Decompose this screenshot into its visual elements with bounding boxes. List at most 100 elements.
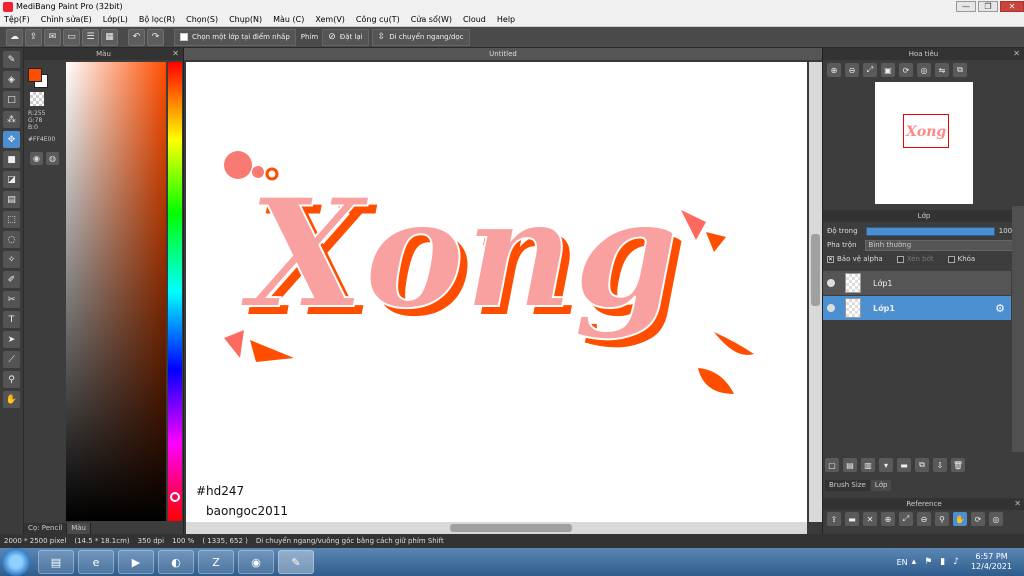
document-tab[interactable]: Untitled	[184, 48, 822, 60]
layer-item-selected[interactable]: Lớp1 ⚙	[823, 296, 1011, 320]
grid-icon[interactable]: ▦	[101, 28, 118, 46]
flip-icon[interactable]: ⇋	[935, 63, 949, 77]
hue-slider-handle[interactable]	[170, 492, 180, 502]
reset-view-icon[interactable]: ◎	[917, 63, 931, 77]
blend-mode-select[interactable]: Bình thường	[864, 239, 1021, 251]
menu-color[interactable]: Màu (C)	[273, 15, 304, 24]
folder-icon[interactable]: ▬	[897, 458, 911, 472]
gradient-icon[interactable]: ▤	[3, 191, 20, 208]
language-indicator[interactable]: EN	[897, 558, 908, 567]
duplicate-icon[interactable]: ⧉	[915, 458, 929, 472]
rotate-icon[interactable]: ⟳	[971, 512, 985, 526]
trash-icon[interactable]: 🗑	[951, 458, 965, 472]
redo-icon[interactable]: ↷	[147, 28, 164, 46]
list-icon[interactable]: ☰	[82, 28, 99, 46]
comment-icon[interactable]: ✉	[44, 28, 61, 46]
volume-icon[interactable]: ♪	[953, 557, 959, 567]
transparent-swatch[interactable]	[30, 92, 44, 106]
zalo-icon[interactable]: Z	[198, 550, 234, 574]
chrome-icon[interactable]: ◉	[238, 550, 274, 574]
reset-icon[interactable]: ◎	[989, 512, 1003, 526]
tab-color[interactable]: Màu	[67, 523, 91, 534]
media-player-icon[interactable]: ▶	[118, 550, 154, 574]
minimize-button[interactable]: —	[956, 1, 976, 12]
palette-icon[interactable]: ◉	[30, 152, 43, 165]
navigator-viewport-frame[interactable]: Xong	[903, 114, 949, 148]
magic-wand-icon[interactable]: ⁂	[3, 111, 20, 128]
ccleaner-icon[interactable]: ◐	[158, 550, 194, 574]
menu-window[interactable]: Cửa sổ(W)	[411, 15, 452, 24]
select-layer-checkbox[interactable]: Chọn một lớp tại điểm nhấp	[174, 28, 296, 46]
menu-file[interactable]: Tệp(F)	[4, 15, 30, 24]
opacity-slider[interactable]	[865, 226, 995, 236]
internet-explorer-icon[interactable]: e	[78, 550, 114, 574]
saturation-value-picker[interactable]	[66, 62, 166, 521]
flag-icon[interactable]: ⚑	[924, 557, 932, 567]
eyedropper-icon[interactable]: ⚲	[935, 512, 949, 526]
dot-tool-icon[interactable]: □	[3, 91, 20, 108]
close-button[interactable]: ✕	[1000, 1, 1024, 12]
message-icon[interactable]: ▭	[63, 28, 80, 46]
network-icon[interactable]: ▮	[940, 557, 945, 567]
close-icon[interactable]: ✕	[172, 49, 179, 58]
menu-view[interactable]: Xem(V)	[315, 15, 345, 24]
eye-icon[interactable]	[827, 279, 835, 287]
mirror-icon[interactable]: ⧉	[953, 63, 967, 77]
tab-brush-size[interactable]: Brush Size	[825, 480, 870, 491]
actual-size-icon[interactable]: ▣	[881, 63, 895, 77]
maximize-button[interactable]: ❐	[978, 1, 998, 12]
eyedropper-icon[interactable]: ⚲	[3, 371, 20, 388]
share-icon[interactable]: ⇪	[25, 28, 42, 46]
lock-checkbox[interactable]: Khóa	[947, 255, 975, 263]
new-8bit-layer-icon[interactable]: ▤	[843, 458, 857, 472]
select-rect-icon[interactable]: ⬚	[3, 211, 20, 228]
move-tool-icon[interactable]: ✥	[3, 131, 20, 148]
close-icon[interactable]: ✕	[1013, 49, 1020, 58]
clock[interactable]: 6:57 PM 12/4/2021	[971, 552, 1012, 572]
foreground-color-swatch[interactable]	[28, 68, 42, 82]
zoom-out-icon[interactable]: ⊖	[917, 512, 931, 526]
menu-capture[interactable]: Chụp(N)	[229, 15, 262, 24]
cloud-icon[interactable]: ☁	[6, 28, 23, 46]
hand-tool-icon[interactable]: ✋	[3, 391, 20, 408]
rotate-icon[interactable]: ⟳	[899, 63, 913, 77]
select-eraser-icon[interactable]: ✂	[3, 291, 20, 308]
menu-filter[interactable]: Bộ lọc(R)	[139, 15, 175, 24]
move-hv-button[interactable]: ⇳ Di chuyển ngang/dọc	[371, 28, 470, 46]
layer-scrollbar[interactable]	[1012, 206, 1024, 452]
fit-icon[interactable]: ⤢	[863, 63, 877, 77]
zoom-in-icon[interactable]: ⊕	[827, 63, 841, 77]
gear-icon[interactable]: ⚙	[995, 302, 1005, 315]
menu-layer[interactable]: Lớp(L)	[103, 15, 128, 24]
layer-item[interactable]: Lớp1	[823, 271, 1011, 295]
vertical-scrollbar[interactable]	[809, 62, 822, 522]
menu-edit[interactable]: Chỉnh sửa(E)	[41, 15, 92, 24]
vertical-scroll-thumb[interactable]	[811, 234, 820, 306]
close-reference-icon[interactable]: ✕	[863, 512, 877, 526]
lasso-icon[interactable]: ◌	[3, 231, 20, 248]
tab-brush[interactable]: Cọ: Pencil	[24, 523, 68, 534]
horizontal-scrollbar[interactable]	[186, 522, 807, 534]
operation-icon[interactable]: ➤	[3, 331, 20, 348]
menu-cloud[interactable]: Cloud	[463, 15, 486, 24]
reset-button[interactable]: ⊘ Đặt lại	[322, 28, 369, 46]
merge-icon[interactable]: ⇩	[933, 458, 947, 472]
navigator-preview[interactable]: Xong	[875, 82, 973, 204]
menu-select[interactable]: Chọn(S)	[186, 15, 218, 24]
start-button[interactable]	[2, 548, 30, 576]
fill-rect-icon[interactable]: ■	[3, 151, 20, 168]
new-layer-icon[interactable]: ▢	[825, 458, 839, 472]
add-layer-menu-icon[interactable]: ▾	[879, 458, 893, 472]
open-folder-icon[interactable]: ▬	[845, 512, 859, 526]
clip-checkbox[interactable]: Xén bớt	[896, 255, 934, 263]
select-pen-icon[interactable]: ✐	[3, 271, 20, 288]
eye-icon[interactable]	[827, 304, 835, 312]
protect-alpha-checkbox[interactable]: ✕ Bảo vệ alpha	[827, 255, 883, 263]
hand-icon[interactable]: ✋	[953, 512, 967, 526]
tab-layer[interactable]: Lớp	[870, 480, 892, 491]
color-wheel-icon[interactable]: ◍	[46, 152, 59, 165]
brush-tool-icon[interactable]: ✎	[3, 51, 20, 68]
zoom-out-icon[interactable]: ⊖	[845, 63, 859, 77]
text-tool-icon[interactable]: T	[3, 311, 20, 328]
close-icon[interactable]: ✕	[1014, 499, 1021, 508]
